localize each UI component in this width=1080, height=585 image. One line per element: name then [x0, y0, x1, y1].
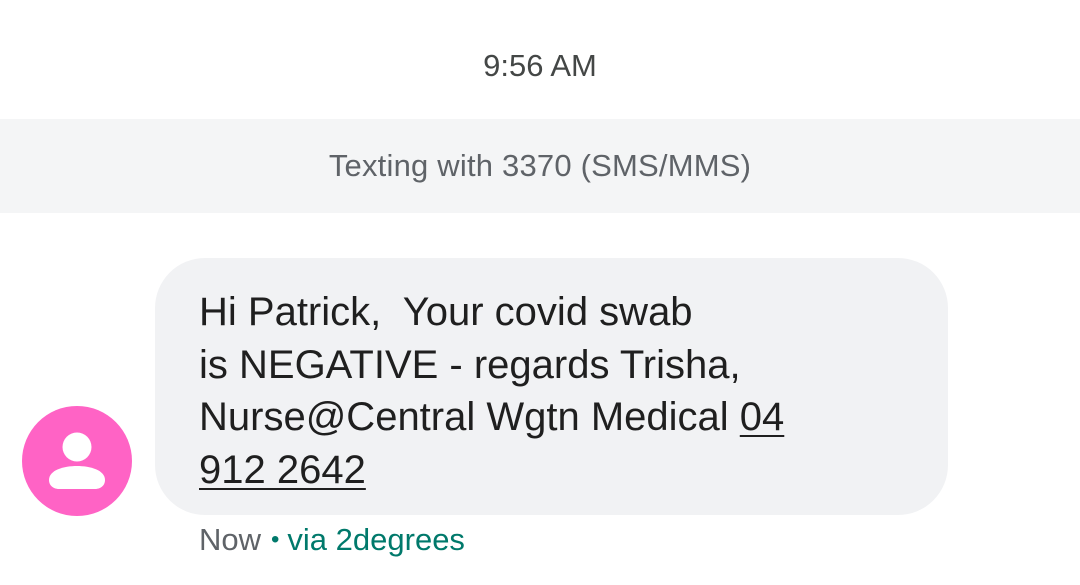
- person-icon: [49, 432, 105, 489]
- status-separator: •: [271, 526, 280, 553]
- message-line: Hi Patrick, Your covid swab: [199, 290, 693, 334]
- conversation-info-banner: Texting with 3370 (SMS/MMS): [0, 119, 1080, 213]
- message-line: Nurse@Central Wgtn Medical 04: [199, 391, 908, 444]
- banner-text: Texting with 3370 (SMS/MMS): [328, 148, 752, 183]
- sent-time: Now: [199, 522, 262, 557]
- phone-number-link-part1[interactable]: 04: [740, 395, 785, 439]
- message-body: Hi Patrick, Your covid swab is NEGATIVE …: [199, 286, 908, 496]
- message-timestamp: 9:56 AM: [483, 48, 597, 83]
- message-line-text: Nurse@Central Wgtn Medical: [199, 395, 740, 439]
- carrier-label: via 2degrees: [287, 522, 465, 557]
- message-status: Now • via 2degrees: [199, 520, 465, 560]
- conversation-screen: 9:56 AM Texting with 3370 (SMS/MMS) Hi P…: [0, 0, 1080, 585]
- contact-avatar[interactable]: [22, 406, 132, 516]
- phone-number-link-part2[interactable]: 912 2642: [199, 448, 366, 492]
- message-line: is NEGATIVE - regards Trisha,: [199, 342, 741, 387]
- message-line: 912 2642: [199, 444, 908, 497]
- message-bubble[interactable]: Hi Patrick, Your covid swab is NEGATIVE …: [155, 258, 948, 515]
